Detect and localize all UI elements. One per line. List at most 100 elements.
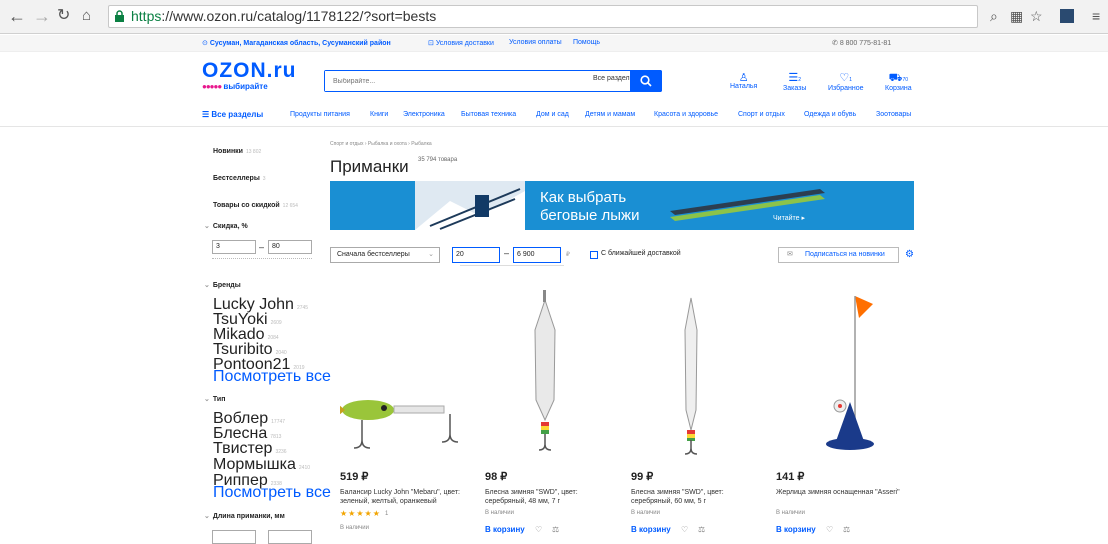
filter-discount-goods[interactable]: Товары со скидкой 12 654 [213, 194, 298, 212]
compare-icon[interactable]: ⚖ [698, 525, 705, 534]
banner-read-link[interactable]: Читайте ▸ [773, 214, 805, 222]
category-menu: ☰ Все разделы Продукты питания Книги Эле… [0, 105, 1108, 127]
menu-item-sport[interactable]: Спорт и отдых [738, 111, 785, 118]
add-to-cart-button[interactable]: В корзину [631, 525, 671, 534]
menu-item-clothes[interactable]: Одежда и обувь [804, 111, 856, 118]
product-price: 519 ₽ [340, 471, 369, 483]
heart-icon[interactable]: ♡ [826, 525, 833, 534]
home-icon[interactable]: ⌂ [82, 7, 91, 25]
subscribe-button[interactable]: ✉ Подписаться на новинки [778, 247, 899, 263]
menu-item-food[interactable]: Продукты питания [290, 111, 350, 118]
product-name[interactable]: Балансир Lucky John "Mebaru", цвет: зеле… [340, 488, 470, 506]
back-icon[interactable]: ← [8, 7, 26, 25]
ozon-logo[interactable]: OZON.ru ●●●●● выбирайте [202, 60, 297, 91]
lock-icon [115, 10, 124, 22]
browser-toolbar: ← → ↻ ⌂ https://www.ozon.ru/catalog/1178… [0, 0, 1108, 34]
length-section-title[interactable]: Длина приманки, мм [204, 512, 285, 520]
search-bar: Все разделы [324, 70, 662, 92]
availability: В наличии [485, 510, 515, 516]
url-path: ://www.ozon.ru/catalog/1178122/?sort=bes… [161, 8, 437, 24]
user-menu[interactable]: ♙ Наталья [730, 72, 757, 91]
orders-link[interactable]: ☰2 Заказы [783, 72, 806, 93]
availability: В наличии [631, 510, 661, 516]
rating-stars: ★★★★★ [340, 509, 381, 518]
length-from-input[interactable] [212, 530, 256, 544]
banner-line1: Как выбрать [540, 189, 627, 206]
heart-icon[interactable]: ♡ [535, 525, 542, 534]
filter-new[interactable]: Новинки 13 802 [213, 140, 261, 158]
search-button[interactable] [630, 70, 662, 92]
price-to-input[interactable]: 6 900 [513, 247, 561, 263]
menu-item-pets[interactable]: Зоотовары [876, 111, 911, 118]
favorites-link[interactable]: ♡1 Избранное [828, 72, 863, 93]
price-slider[interactable] [460, 265, 564, 266]
delivery-link[interactable]: ⊡ Условия доставки [428, 39, 494, 47]
settings-gear-icon[interactable]: ⚙ [905, 249, 914, 260]
menu-item-beauty[interactable]: Красота и здоровье [654, 111, 718, 118]
breadcrumb[interactable]: Спорт и отдых › Рыбалка и охота › Рыбалк… [330, 141, 432, 147]
menu-icon[interactable]: ≡ [1092, 8, 1100, 24]
all-categories-button[interactable]: ☰ Все разделы [202, 110, 263, 119]
compare-icon[interactable]: ⚖ [843, 525, 850, 534]
product-name[interactable]: Блесна зимняя "SWD", цвет: серебряный, 6… [631, 488, 761, 506]
discount-section-title[interactable]: Скидка, % [204, 222, 248, 230]
heart-icon: ♡ [839, 72, 850, 84]
menu-item-appliances[interactable]: Бытовая техника [461, 111, 516, 118]
availability: В наличии [776, 510, 806, 516]
cart-icon: ⛟ [888, 72, 903, 84]
price-from-input[interactable]: 20 [452, 247, 500, 263]
currency-label: ₽ [566, 252, 570, 258]
fast-delivery-checkbox[interactable] [590, 251, 598, 259]
promo-banner[interactable]: Как выбрать беговые лыжи Читайте ▸ [330, 181, 914, 230]
product-image [340, 400, 459, 449]
search-input[interactable] [325, 71, 575, 91]
extension-icon[interactable] [1060, 9, 1074, 23]
compare-icon[interactable]: ⚖ [552, 525, 559, 534]
user-icon: ♙ [738, 72, 749, 84]
envelope-icon: ✉ [787, 251, 793, 258]
address-bar[interactable]: https://www.ozon.ru/catalog/1178122/?sor… [108, 5, 978, 28]
reload-icon[interactable]: ↻ [57, 7, 70, 25]
zoom-icon[interactable]: ⌕ [990, 8, 998, 25]
heart-icon[interactable]: ♡ [681, 525, 688, 534]
forward-icon[interactable]: → [33, 7, 51, 25]
product-price: 98 ₽ [485, 471, 508, 483]
product-image [826, 296, 874, 450]
page-title: Приманки [330, 157, 409, 176]
add-to-cart-button[interactable]: В корзину [776, 525, 816, 534]
range-dash: – [259, 242, 265, 252]
menu-item-kids[interactable]: Детям и мамам [585, 111, 635, 118]
discount-slider[interactable] [212, 258, 312, 259]
menu-item-electronics[interactable]: Электроника [403, 111, 445, 118]
review-count[interactable]: 1 [385, 511, 388, 517]
filter-bestsellers[interactable]: Бестселлеры 3 [213, 167, 266, 185]
cart-link[interactable]: ⛟70 Корзина [885, 72, 912, 93]
location-link[interactable]: ⊙ Сусуман, Магаданская область, Сусуманс… [202, 39, 391, 47]
payment-link[interactable]: Условия оплаты [509, 39, 562, 46]
sort-select[interactable]: Сначала бестселлеры [330, 247, 440, 263]
product-price: 141 ₽ [776, 471, 805, 483]
length-to-input[interactable] [268, 530, 312, 544]
product-name[interactable]: Жерлица зимняя оснащенная "Asseri" [776, 488, 906, 497]
product-price: 99 ₽ [631, 471, 654, 483]
types-see-all-link[interactable]: Посмотреть все [213, 484, 331, 502]
bookmark-star-icon[interactable]: ☆ [1030, 8, 1043, 25]
fast-delivery-label[interactable]: С ближайшей доставкой [601, 250, 681, 257]
product-image [534, 290, 556, 451]
translate-icon[interactable]: ▦ [1010, 8, 1023, 25]
orders-icon: ☰ [788, 72, 799, 84]
top-info-bar: ⊙ Сусуман, Магаданская область, Сусуманс… [0, 35, 1108, 52]
menu-item-books[interactable]: Книги [370, 111, 388, 118]
search-icon [640, 75, 652, 87]
brands-section-title[interactable]: Бренды [204, 281, 241, 289]
price-range-dash: – [504, 248, 510, 258]
add-to-cart-button[interactable]: В корзину [485, 525, 525, 534]
help-link[interactable]: Помощь [573, 39, 600, 46]
brands-see-all-link[interactable]: Посмотреть все [213, 368, 331, 386]
discount-to-input[interactable]: 80 [268, 240, 312, 254]
discount-from-input[interactable]: 3 [212, 240, 256, 254]
menu-item-home[interactable]: Дом и сад [536, 111, 569, 118]
product-name[interactable]: Блесна зимняя "SWD", цвет: серебряный, 4… [485, 488, 615, 506]
url-scheme: https [131, 8, 162, 24]
type-section-title[interactable]: Тип [204, 395, 226, 403]
